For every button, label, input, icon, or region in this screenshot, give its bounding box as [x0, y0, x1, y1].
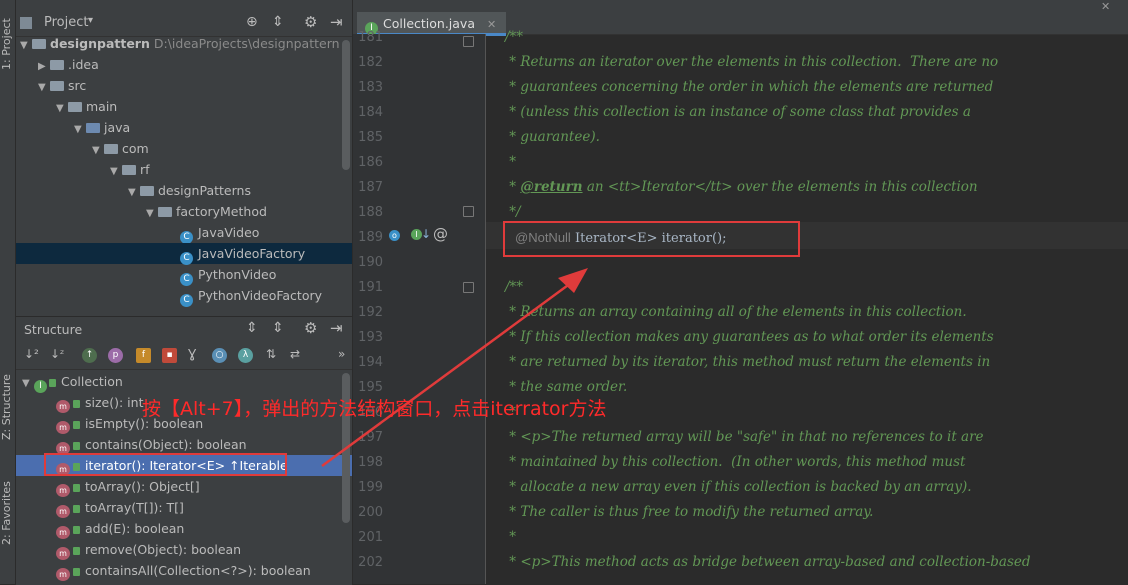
annotation-caption: 按【Alt+7】，弹出的方法结构窗口，点击iterrator方法	[142, 398, 607, 420]
annotation-arrow	[321, 268, 588, 468]
arrow-line	[321, 278, 576, 468]
